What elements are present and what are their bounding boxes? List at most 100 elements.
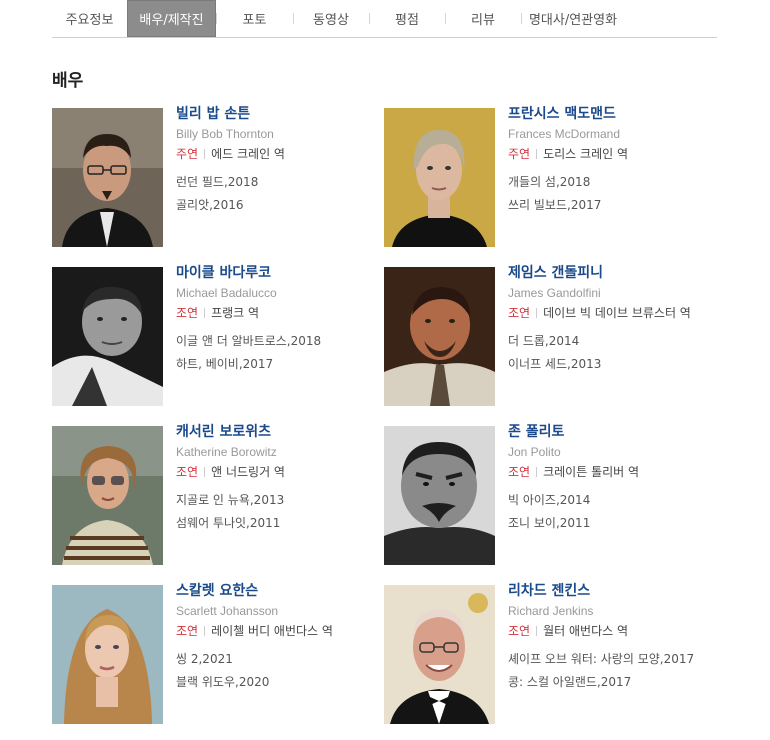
actor-card: 스칼렛 요한슨 Scarlett Johansson 조연 레이첼 버디 애번다스…	[52, 583, 382, 725]
filmography-item[interactable]: 개들의 섬,2018	[508, 171, 718, 194]
role-badge: 조연	[176, 306, 199, 320]
divider	[536, 467, 538, 477]
actor-card: 마이클 바다루코 Michael Badalucco 조연 프랭크 역 이글 앤 …	[52, 265, 382, 407]
actor-photo[interactable]	[384, 426, 495, 565]
filmography-item[interactable]: 빅 아이즈,2014	[508, 489, 718, 512]
actor-photo[interactable]	[52, 108, 163, 247]
character-name: 데이브 빅 데이브 브류스터 역	[543, 306, 691, 320]
actor-role-line: 주연 도리스 크레인 역	[508, 144, 718, 164]
role-badge: 조연	[176, 624, 199, 638]
actor-role-line: 조연 레이첼 버디 애번다스 역	[176, 621, 386, 641]
actor-info: 프란시스 맥도맨드 Frances McDormand 주연 도리스 크레인 역 …	[508, 104, 718, 217]
actor-english-name: Richard Jenkins	[508, 604, 594, 618]
filmography-item[interactable]: 블랙 위도우,2020	[176, 671, 386, 694]
tab-main-info[interactable]: 주요정보	[52, 0, 127, 37]
actor-photo[interactable]	[52, 426, 163, 565]
character-name: 앤 너드링거 역	[211, 465, 285, 479]
actor-info: 빌리 밥 손튼 Billy Bob Thornton 주연 에드 크레인 역 런던…	[176, 104, 386, 217]
actor-english-name: Katherine Borowitz	[176, 445, 277, 459]
filmography-item[interactable]: 씽 2,2021	[176, 648, 386, 671]
actor-name-link[interactable]: 존 폴리토	[508, 422, 718, 442]
section-title-actors: 배우	[52, 71, 84, 91]
filmography-item[interactable]: 더 드롭,2014	[508, 330, 718, 353]
actor-name-link[interactable]: 마이클 바다루코	[176, 263, 386, 283]
divider	[204, 467, 206, 477]
actor-name-link[interactable]: 제임스 갠돌피니	[508, 263, 718, 283]
filmography-item[interactable]: 이너프 세드,2013	[508, 353, 718, 376]
actor-photo[interactable]	[384, 108, 495, 247]
actor-card: 빌리 밥 손튼 Billy Bob Thornton 주연 에드 크레인 역 런던…	[52, 106, 382, 248]
actor-role-line: 조연 데이브 빅 데이브 브류스터 역	[508, 303, 718, 323]
actor-english-name: James Gandolfini	[508, 286, 601, 300]
actor-english-name: Michael Badalucco	[176, 286, 277, 300]
tab-quotes-related[interactable]: 명대사/연관영화	[521, 0, 625, 37]
character-name: 월터 애번다스 역	[543, 624, 629, 638]
actor-info: 마이클 바다루코 Michael Badalucco 조연 프랭크 역 이글 앤 …	[176, 263, 386, 376]
actor-photo[interactable]	[384, 267, 495, 406]
actor-name-link[interactable]: 빌리 밥 손튼	[176, 104, 386, 124]
divider	[204, 308, 206, 318]
filmography-item[interactable]: 골리앗,2016	[176, 194, 386, 217]
divider	[204, 149, 206, 159]
actor-role-line: 조연 앤 너드링거 역	[176, 462, 386, 482]
actor-name-link[interactable]: 캐서린 보로위츠	[176, 422, 386, 442]
filmography-item[interactable]: 셰이프 오브 워터: 사랑의 모양,2017	[508, 648, 718, 671]
filmography-item[interactable]: 섬웨어 투나잇,2011	[176, 512, 386, 535]
actor-english-name: Scarlett Johansson	[176, 604, 279, 618]
tab-cast-crew[interactable]: 배우/제작진	[127, 0, 216, 37]
actor-english-name: Jon Polito	[508, 445, 561, 459]
character-name: 크레이튼 톨리버 역	[543, 465, 640, 479]
actor-photo[interactable]	[52, 585, 163, 724]
actor-role-line: 조연 월터 애번다스 역	[508, 621, 718, 641]
actor-name-link[interactable]: 프란시스 맥도맨드	[508, 104, 718, 124]
actor-card: 리차드 젠킨스 Richard Jenkins 조연 월터 애번다스 역 셰이프 …	[384, 583, 714, 725]
tab-divider	[521, 13, 522, 24]
actor-info: 리차드 젠킨스 Richard Jenkins 조연 월터 애번다스 역 셰이프 …	[508, 581, 718, 694]
actor-role-line: 주연 에드 크레인 역	[176, 144, 386, 164]
filmography-item[interactable]: 콩: 스컬 아일랜드,2017	[508, 671, 718, 694]
filmography-item[interactable]: 하트, 베이비,2017	[176, 353, 386, 376]
actor-card: 존 폴리토 Jon Polito 조연 크레이튼 톨리버 역 빅 아이즈,2014…	[384, 424, 714, 566]
role-badge: 주연	[508, 147, 531, 161]
character-name: 에드 크레인 역	[211, 147, 285, 161]
actor-info: 제임스 갠돌피니 James Gandolfini 조연 데이브 빅 데이브 브류…	[508, 263, 718, 376]
tab-bar: 주요정보 배우/제작진 포토 동영상 평점 리뷰 명대사/연관영화	[52, 0, 717, 38]
actor-info: 존 폴리토 Jon Polito 조연 크레이튼 톨리버 역 빅 아이즈,2014…	[508, 422, 718, 535]
tab-divider	[293, 13, 294, 24]
actor-role-line: 조연 크레이튼 톨리버 역	[508, 462, 718, 482]
filmography-item[interactable]: 런던 필드,2018	[176, 171, 386, 194]
divider	[536, 149, 538, 159]
actor-photo[interactable]	[384, 585, 495, 724]
divider	[536, 626, 538, 636]
actor-english-name: Billy Bob Thornton	[176, 127, 274, 141]
character-name: 도리스 크레인 역	[543, 147, 629, 161]
tab-divider	[216, 13, 217, 24]
tab-photo[interactable]: 포토	[216, 0, 293, 37]
actor-name-link[interactable]: 스칼렛 요한슨	[176, 581, 386, 601]
actor-photo[interactable]	[52, 267, 163, 406]
actor-name-link[interactable]: 리차드 젠킨스	[508, 581, 718, 601]
tab-divider	[369, 13, 370, 24]
filmography-item[interactable]: 지골로 인 뉴욕,2013	[176, 489, 386, 512]
tab-video[interactable]: 동영상	[293, 0, 369, 37]
actor-info: 캐서린 보로위츠 Katherine Borowitz 조연 앤 너드링거 역 지…	[176, 422, 386, 535]
filmography-item[interactable]: 이글 앤 더 알바트로스,2018	[176, 330, 386, 353]
tab-rating[interactable]: 평점	[369, 0, 445, 37]
character-name: 프랭크 역	[211, 306, 260, 320]
role-badge: 조연	[508, 624, 531, 638]
actor-info: 스칼렛 요한슨 Scarlett Johansson 조연 레이첼 버디 애번다스…	[176, 581, 386, 694]
tab-review[interactable]: 리뷰	[445, 0, 521, 37]
filmography-item[interactable]: 쓰리 빌보드,2017	[508, 194, 718, 217]
actor-card: 프란시스 맥도맨드 Frances McDormand 주연 도리스 크레인 역 …	[384, 106, 714, 248]
role-badge: 조연	[508, 465, 531, 479]
role-badge: 조연	[176, 465, 199, 479]
divider	[204, 626, 206, 636]
actor-card: 제임스 갠돌피니 James Gandolfini 조연 데이브 빅 데이브 브류…	[384, 265, 714, 407]
tab-divider	[445, 13, 446, 24]
filmography-item[interactable]: 조니 보이,2011	[508, 512, 718, 535]
role-badge: 주연	[176, 147, 199, 161]
character-name: 레이첼 버디 애번다스 역	[211, 624, 333, 638]
actor-english-name: Frances McDormand	[508, 127, 621, 141]
divider	[536, 308, 538, 318]
actor-card: 캐서린 보로위츠 Katherine Borowitz 조연 앤 너드링거 역 지…	[52, 424, 382, 566]
